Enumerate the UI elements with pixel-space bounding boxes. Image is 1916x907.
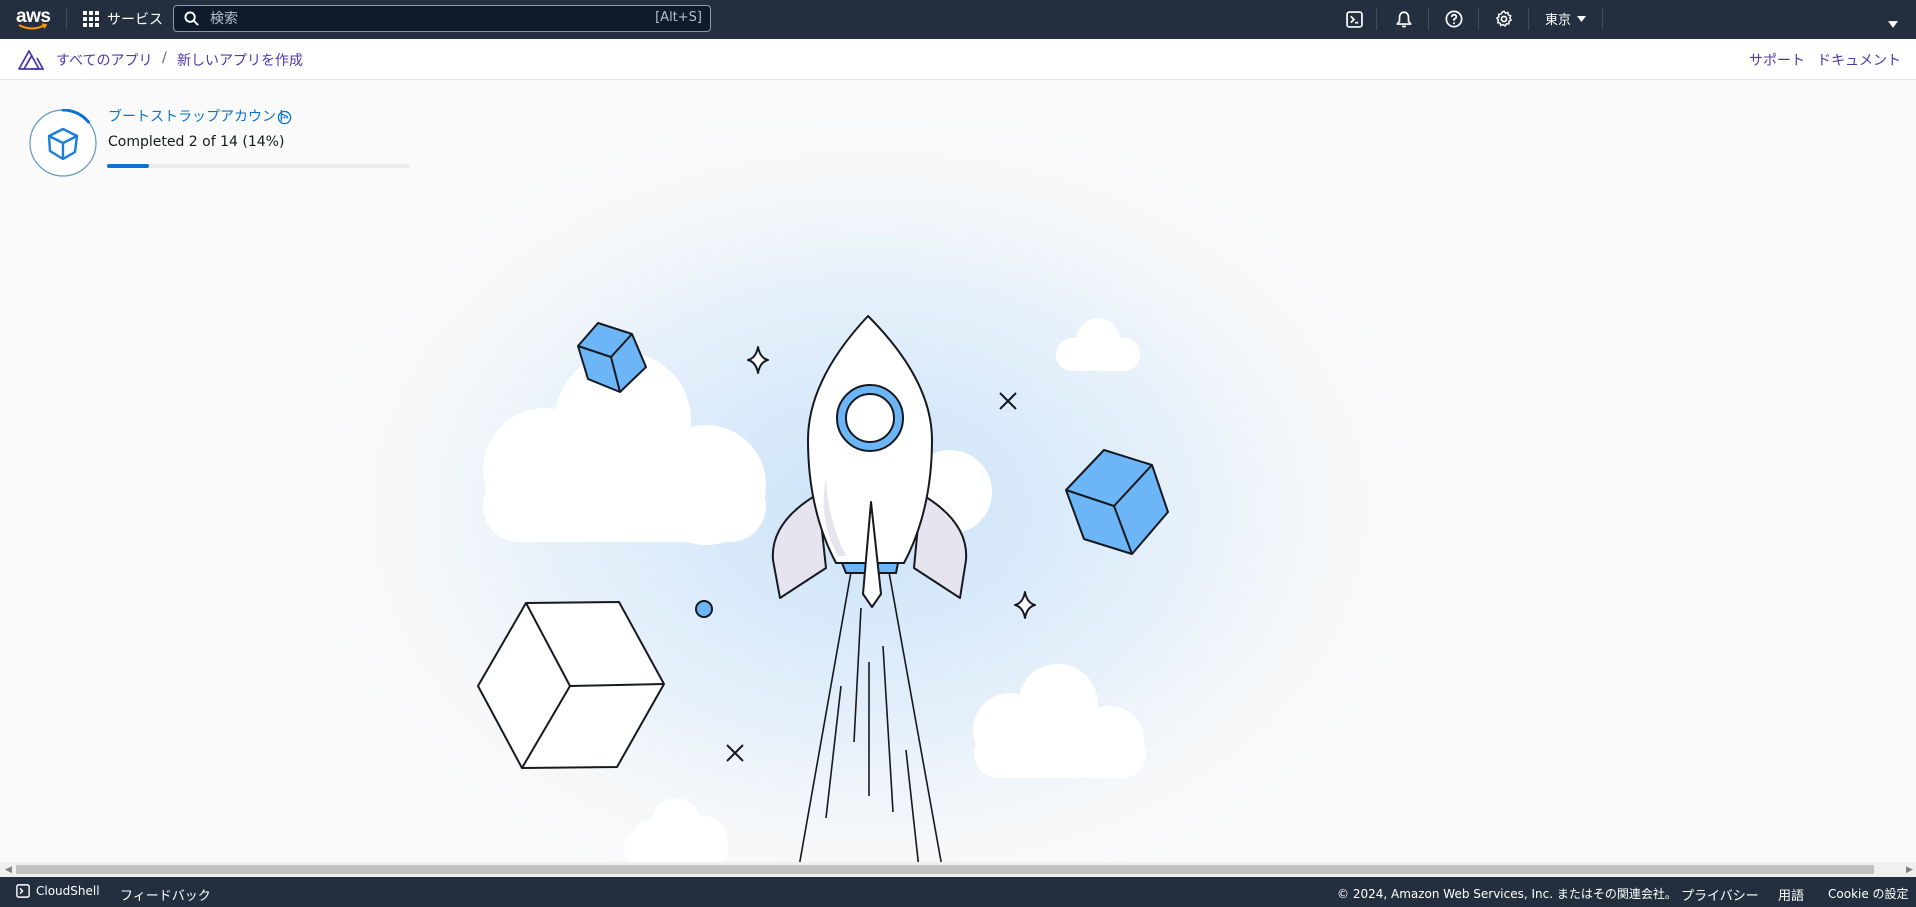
dot-planet xyxy=(695,600,713,618)
cloud-bottom-small xyxy=(624,798,728,862)
privacy-link[interactable]: プライバシー xyxy=(1681,885,1759,904)
scrollbar-thumb[interactable] xyxy=(16,865,1874,874)
cube-white-large xyxy=(477,601,665,769)
cloudshell-icon xyxy=(16,884,30,898)
horizontal-scrollbar[interactable]: ◀ ▶ xyxy=(0,862,1916,877)
scroll-left-arrow-icon[interactable]: ◀ xyxy=(5,865,12,875)
cloud-right-bottom xyxy=(973,664,1146,778)
rocket-exhaust-lines xyxy=(799,571,942,862)
cloudshell-label: CloudShell xyxy=(36,884,100,898)
cloudshell-footer-button[interactable]: CloudShell xyxy=(16,884,100,898)
scroll-right-arrow-icon[interactable]: ▶ xyxy=(1906,865,1913,875)
terms-link[interactable]: 用語 xyxy=(1778,885,1804,904)
rocket-window xyxy=(845,393,895,443)
cube-blue-right xyxy=(1065,449,1169,555)
copyright-text: © 2024, Amazon Web Services, Inc. またはその関… xyxy=(1337,887,1677,901)
rocket-launch-illustration xyxy=(477,315,1169,862)
cloud-small-top-right xyxy=(1056,318,1140,371)
footer: CloudShell フィードバック © 2024, Amazon Web Se… xyxy=(0,877,1916,907)
feedback-link[interactable]: フィードバック xyxy=(120,885,211,904)
cookie-settings-link[interactable]: Cookie の設定 xyxy=(1828,885,1909,902)
